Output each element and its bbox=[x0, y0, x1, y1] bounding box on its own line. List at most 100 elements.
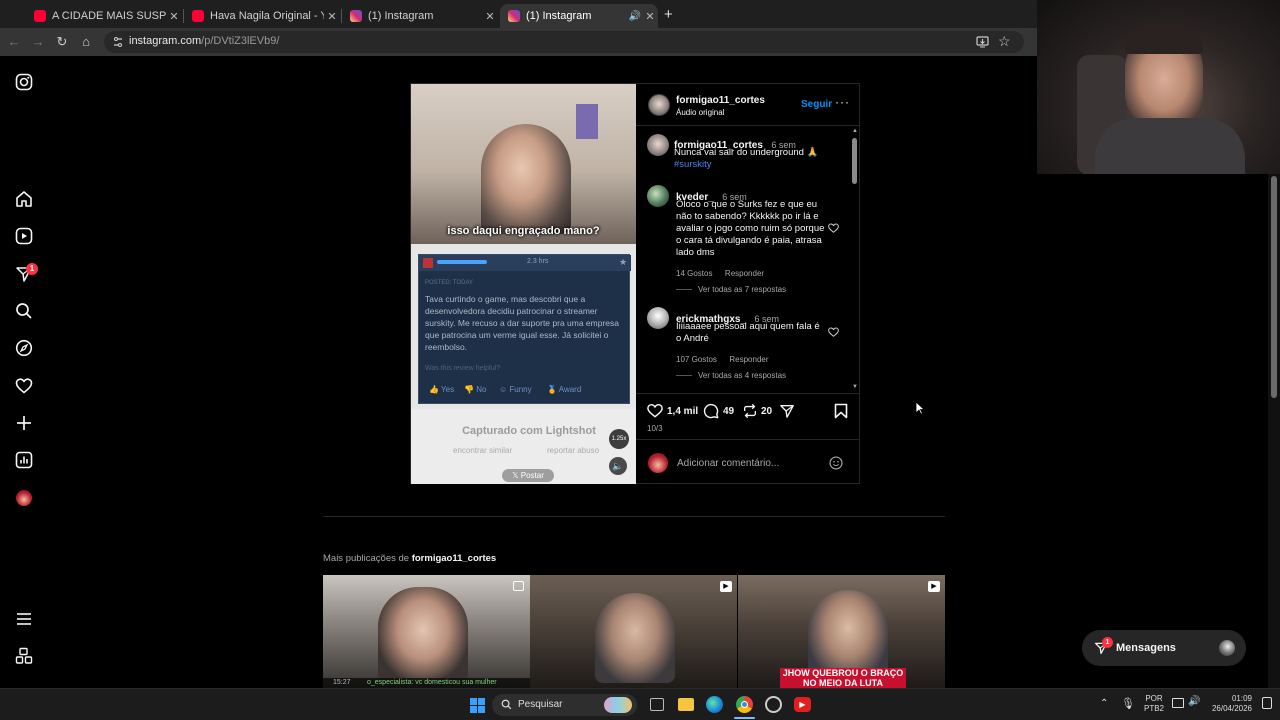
notification-center-icon[interactable] bbox=[1262, 697, 1272, 709]
comments-scroll-thumb[interactable] bbox=[852, 138, 857, 184]
clock[interactable]: 01:09 26/04/2026 bbox=[1208, 694, 1252, 714]
home-browser-icon[interactable]: ⌂ bbox=[78, 34, 94, 50]
more-post-thumb-3[interactable]: ▶ JHOW QUEBROU O BRAÇO NO MEIO DA LUTA bbox=[738, 575, 945, 688]
comment-avatar[interactable] bbox=[647, 307, 669, 329]
youtube-app-icon[interactable]: ▶ bbox=[794, 697, 811, 712]
close-tab-icon[interactable]: ✕ bbox=[642, 10, 658, 23]
scroll-up-arrow-icon[interactable]: ▲ bbox=[852, 128, 858, 134]
menu-icon[interactable] bbox=[15, 610, 33, 628]
close-tab-icon[interactable]: ✕ bbox=[482, 10, 498, 23]
tab-4-active[interactable]: (1) Instagram 🔊 ✕ bbox=[500, 4, 658, 28]
share-icon[interactable] bbox=[779, 403, 795, 419]
comment-avatar[interactable] bbox=[647, 185, 669, 207]
like-heart-icon[interactable] bbox=[647, 403, 663, 418]
comments-count[interactable]: 49 bbox=[723, 406, 734, 417]
chrome-browser-icon[interactable] bbox=[736, 696, 753, 713]
section-divider bbox=[323, 516, 945, 517]
forward-icon[interactable]: → bbox=[30, 34, 46, 50]
heart-icon[interactable] bbox=[15, 377, 33, 395]
caption-hashtag[interactable]: #surskity bbox=[674, 159, 711, 171]
audio-label[interactable]: Áudio original bbox=[676, 108, 724, 117]
more-options-icon[interactable]: ··· bbox=[835, 95, 850, 109]
create-icon[interactable] bbox=[15, 414, 33, 432]
comment-reply[interactable]: Responder bbox=[729, 355, 768, 364]
taskbar-search[interactable]: Pesquisar bbox=[492, 694, 637, 716]
thumb-figure bbox=[808, 590, 888, 680]
speed-badge[interactable]: 1.25x bbox=[609, 429, 629, 449]
scroll-down-arrow-icon[interactable]: ▼ bbox=[852, 384, 858, 390]
comment-text: Oloco o que o Surks fez e que eu não to … bbox=[676, 199, 825, 258]
tab-2[interactable]: Hava Nagila Original - YouTube ✕ bbox=[184, 4, 340, 28]
review-yes: 👍 Yes bbox=[429, 385, 455, 394]
obs-app-icon[interactable] bbox=[765, 696, 782, 713]
reels-icon[interactable] bbox=[15, 227, 33, 245]
comment-like-heart-icon[interactable] bbox=[828, 327, 839, 337]
bookmark-star-icon[interactable]: ☆ bbox=[998, 33, 1011, 50]
windows-start-icon[interactable] bbox=[470, 698, 485, 713]
instagram-logo-icon[interactable] bbox=[15, 73, 33, 91]
taskbar-search-placeholder: Pesquisar bbox=[518, 699, 563, 710]
language-indicator[interactable]: POR PTB2 bbox=[1144, 694, 1164, 714]
comments-list[interactable]: formigao11_cortes 6 sem Nunca vai sair d… bbox=[636, 126, 860, 392]
comment-bubble-icon[interactable] bbox=[703, 403, 719, 419]
comment-likes[interactable]: 107 Gostos bbox=[676, 355, 717, 364]
more-apps-icon[interactable] bbox=[15, 647, 33, 665]
notification-badge: 1 bbox=[26, 263, 38, 275]
more-post-thumb-1[interactable]: 15:27 o_especialista: vc domesticou sua … bbox=[323, 575, 530, 688]
tab-3[interactable]: (1) Instagram ✕ bbox=[342, 4, 498, 28]
add-comment-input[interactable]: Adicionar comentário... bbox=[677, 458, 779, 469]
post-date: 10/3 bbox=[647, 424, 663, 433]
author-avatar[interactable] bbox=[648, 94, 670, 116]
back-icon[interactable]: ← bbox=[6, 34, 22, 50]
show-hidden-icons-icon[interactable]: ⌃ bbox=[1100, 698, 1108, 709]
microphone-icon[interactable]: 🎙 bbox=[1121, 697, 1135, 710]
caption-avatar[interactable] bbox=[647, 134, 669, 156]
comment-reply[interactable]: Responder bbox=[725, 269, 764, 278]
speaker-icon[interactable]: 🔊 bbox=[628, 11, 642, 22]
explore-icon[interactable] bbox=[15, 339, 33, 357]
task-view-icon[interactable] bbox=[650, 698, 664, 711]
volume-icon[interactable]: 🔊 bbox=[1188, 696, 1200, 707]
reposts-count[interactable]: 20 bbox=[761, 406, 772, 417]
post-media[interactable]: isso daqui engraçado mano? 2.3 hrs ★ POS… bbox=[411, 84, 636, 484]
address-bar[interactable]: instagram.com/p/DVtiZ3lEVb9/ ☆ bbox=[104, 31, 1024, 53]
youtube-favicon-icon bbox=[34, 10, 46, 22]
view-replies-link[interactable]: Ver todas as 7 respostas bbox=[698, 285, 786, 294]
follow-button[interactable]: Seguir bbox=[801, 99, 832, 110]
home-icon[interactable] bbox=[15, 190, 33, 208]
tab-1[interactable]: A CIDADE MAIS SUSPEITA DO N ✕ bbox=[26, 4, 182, 28]
likes-count[interactable]: 1,4 mil bbox=[667, 406, 698, 417]
page-scroll-thumb[interactable] bbox=[1271, 176, 1277, 398]
save-bookmark-icon[interactable] bbox=[834, 403, 848, 419]
language-top: POR bbox=[1145, 694, 1163, 703]
post-button[interactable]: 𝕏 Postar bbox=[502, 469, 554, 482]
messages-pill[interactable]: 1 Mensagens bbox=[1082, 630, 1246, 666]
profile-avatar-icon[interactable] bbox=[16, 490, 32, 506]
author-username[interactable]: formigao11_cortes bbox=[676, 95, 765, 106]
file-explorer-icon[interactable] bbox=[678, 698, 694, 711]
more-posts-username[interactable]: formigao11_cortes bbox=[412, 553, 496, 564]
repost-icon[interactable] bbox=[742, 403, 758, 419]
mute-icon[interactable]: 🔈 bbox=[609, 457, 627, 475]
edge-browser-icon[interactable] bbox=[706, 696, 723, 713]
find-similar-link[interactable]: encontrar similar bbox=[453, 446, 512, 455]
actions-divider bbox=[636, 393, 860, 394]
search-icon[interactable] bbox=[15, 302, 33, 320]
report-abuse-link[interactable]: reportar abuso bbox=[547, 446, 599, 455]
reload-icon[interactable]: ↻ bbox=[54, 34, 70, 50]
review-star-icon: ★ bbox=[619, 257, 628, 267]
view-replies-link[interactable]: Ver todas as 4 respostas bbox=[698, 371, 786, 380]
dashboard-icon[interactable] bbox=[15, 451, 33, 469]
new-tab-button[interactable]: + bbox=[664, 6, 673, 23]
emoji-icon[interactable] bbox=[829, 456, 843, 470]
comment-likes[interactable]: 14 Gostos bbox=[676, 269, 712, 278]
install-app-icon[interactable] bbox=[976, 36, 989, 48]
site-info-icon[interactable] bbox=[112, 36, 124, 48]
close-tab-icon[interactable]: ✕ bbox=[166, 10, 182, 23]
messages-label: Mensagens bbox=[1116, 642, 1176, 654]
close-tab-icon[interactable]: ✕ bbox=[324, 10, 340, 23]
comment-like-heart-icon[interactable] bbox=[828, 223, 839, 233]
more-post-thumb-2[interactable]: ▶ bbox=[530, 575, 737, 688]
comments-scrollbar[interactable]: ▲ ▼ bbox=[851, 128, 858, 392]
network-icon[interactable] bbox=[1172, 698, 1184, 708]
